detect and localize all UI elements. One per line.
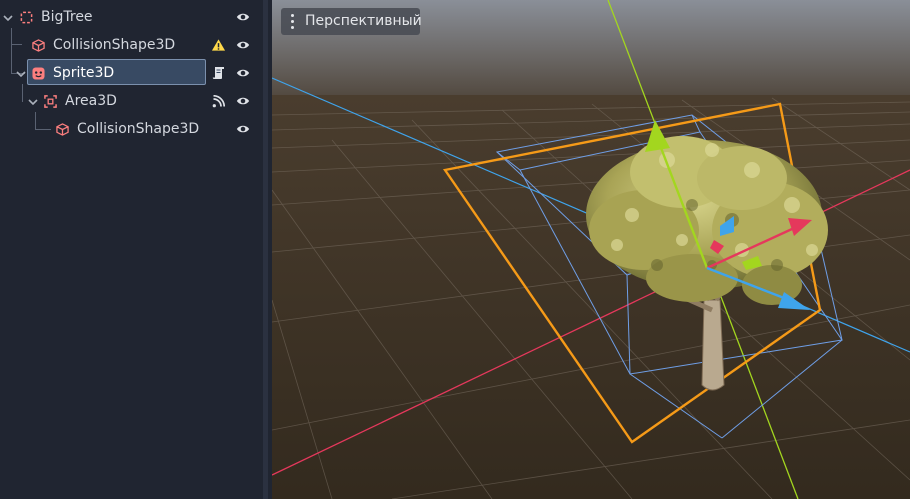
collision-shape-icon: [32, 39, 45, 52]
kebab-menu-icon: [291, 14, 295, 30]
chevron-down-icon[interactable]: [3, 13, 13, 23]
perspective-label: Перспективный: [305, 13, 422, 29]
panel-splitter[interactable]: [260, 0, 272, 499]
tree-item-collisionshape3d[interactable]: CollisionShape3D: [0, 32, 258, 58]
scene-tree-panel: BigTree CollisionShape3D Sprite3D Area3D…: [0, 0, 260, 499]
tree-item-sprite3d[interactable]: Sprite3D: [0, 60, 258, 86]
eye-icon[interactable]: [236, 94, 250, 108]
splitter-bar[interactable]: [263, 0, 268, 499]
chevron-down-icon[interactable]: [28, 97, 38, 107]
viewport-scene[interactable]: [272, 0, 910, 499]
tree-item-collisionshape3d-child[interactable]: CollisionShape3D: [0, 116, 258, 142]
chevron-down-icon[interactable]: [16, 69, 26, 79]
eye-icon[interactable]: [236, 66, 250, 80]
warning-icon[interactable]: [211, 38, 226, 52]
script-icon[interactable]: [212, 66, 225, 80]
eye-icon[interactable]: [236, 38, 250, 52]
eye-icon[interactable]: [236, 10, 250, 24]
node3d-icon: [20, 11, 33, 24]
collision-shape-icon: [56, 123, 69, 136]
perspective-menu-button[interactable]: Перспективный: [281, 8, 422, 35]
sprite3d-icon: [32, 67, 45, 80]
eye-icon[interactable]: [236, 122, 250, 136]
tree-item-label: Sprite3D: [53, 65, 115, 81]
signal-icon[interactable]: [212, 95, 225, 108]
tree-item-label: BigTree: [41, 9, 93, 25]
tree-item-bigtree[interactable]: BigTree: [0, 4, 258, 30]
tree-item-label: CollisionShape3D: [77, 121, 200, 137]
tree-item-label: Area3D: [65, 93, 117, 109]
tree-item-area3d[interactable]: Area3D: [0, 88, 258, 114]
3d-viewport[interactable]: Перспективный: [272, 0, 910, 499]
tree-item-label: CollisionShape3D: [53, 37, 176, 53]
area3d-icon: [44, 95, 57, 108]
